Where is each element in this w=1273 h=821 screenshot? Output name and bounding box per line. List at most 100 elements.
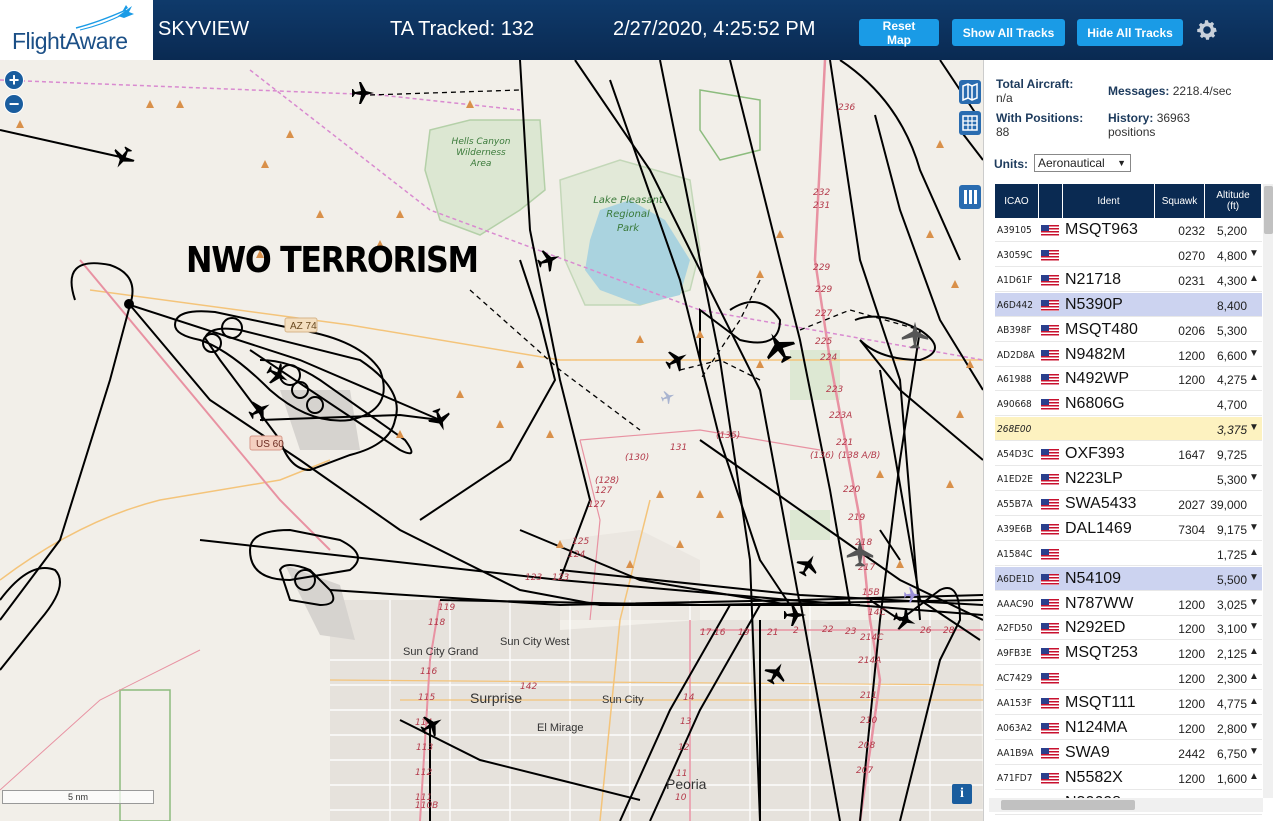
table-row[interactable]: A39E6B DAL1469 7304 9,175 ▼ [995, 517, 1262, 541]
gear-icon[interactable] [1194, 17, 1220, 43]
columns-toggle-button[interactable] [959, 185, 981, 209]
altitude-cell: 6,600 [1216, 348, 1247, 363]
map-layers-button[interactable] [959, 80, 981, 104]
svg-text:2: 2 [793, 626, 799, 636]
altitude-trend-icon: ▼ [1249, 571, 1259, 583]
svg-text:208: 208 [858, 741, 875, 751]
table-row[interactable]: A55B7A SWA5433 2027 39,000 [995, 492, 1262, 516]
table-row[interactable]: A54D3C OXF393 1647 9,725 [995, 442, 1262, 467]
grid-toggle-button[interactable] [959, 111, 981, 135]
svg-text:119: 119 [438, 603, 455, 613]
table-row[interactable]: AB398F MSQT480 0206 5,300 [995, 318, 1262, 342]
table-row[interactable]: A1D61F N21718 0231 4,300 ▲ [995, 268, 1262, 292]
table-row[interactable]: A39105 MSQT963 0232 5,200 [995, 218, 1262, 242]
table-row[interactable]: AC7429 1200 2,300 ▲ [995, 666, 1262, 691]
info-button[interactable]: i [952, 784, 972, 804]
us-flag-icon [1041, 747, 1059, 759]
with-positions-stat: With Positions: 88 [996, 111, 1083, 139]
svg-text:225: 225 [815, 337, 832, 347]
flightaware-logo[interactable]: FlightAware [0, 0, 153, 60]
us-flag-icon [1041, 698, 1059, 710]
table-row[interactable]: A9FB3E MSQT253 1200 2,125 ▲ [995, 641, 1262, 666]
map-canvas[interactable]: 236 232 231 229 229 227 225 224 223 223A… [0, 60, 983, 821]
history-value: 36963 [1156, 111, 1191, 125]
svg-text:131: 131 [670, 443, 687, 453]
lake-pleasant-label: Lake Pleasant [593, 195, 664, 206]
table-row[interactable]: A6DE1D N54109 5,500 ▼ [995, 566, 1262, 591]
us-flag-icon [1041, 523, 1059, 535]
svg-text:220: 220 [843, 485, 860, 495]
reset-map-button[interactable]: Reset Map [859, 19, 939, 47]
table-row[interactable]: AA1B9A SWA9 2442 6,750 ▼ [995, 741, 1262, 765]
vertical-scrollbar[interactable] [1263, 184, 1273, 798]
surprise-label: Surprise [470, 690, 522, 706]
icao-cell: A3059C [997, 249, 1033, 261]
svg-text:(138 A/B): (138 A/B) [838, 451, 880, 461]
us-flag-icon [1041, 299, 1059, 311]
with-positions-value: 88 [996, 125, 1010, 139]
squawk-cell: 0231 [1178, 273, 1205, 288]
table-row[interactable]: AA153F MSQT111 1200 4,775 ▲ [995, 691, 1262, 716]
icao-cell: A063A2 [997, 723, 1033, 734]
squawk-cell: 2442 [1178, 746, 1205, 761]
altitude-trend-icon: ▲ [1249, 272, 1259, 284]
table-row[interactable]: A90668 N6806G 4,700 [995, 392, 1262, 417]
hide-all-tracks-button[interactable]: Hide All Tracks [1077, 19, 1183, 46]
svg-text:116: 116 [420, 667, 437, 677]
zoom-in-button[interactable]: + [4, 70, 24, 90]
squawk-column-header[interactable]: Squawk [1155, 184, 1205, 218]
table-row[interactable]: AD2D8A N9482M 1200 6,600 ▼ [995, 343, 1262, 367]
table-row[interactable]: A3059C 0270 4,800 ▼ [995, 243, 1262, 267]
peoria-label: Peoria [666, 776, 707, 792]
altitude-column-header[interactable]: Altitude (ft) [1205, 184, 1262, 218]
us-flag-icon [1041, 673, 1059, 685]
altitude-cell: 3,375 [1216, 423, 1247, 438]
icao-cell: 268E00 [997, 424, 1032, 436]
table-row[interactable]: AAAC90 N787WW 1200 3,025 ▼ [995, 592, 1262, 616]
table-row[interactable]: A71FD7 N5582X 1200 1,600 ▲ [995, 766, 1262, 790]
altitude-trend-icon: ▲ [1249, 372, 1259, 384]
flag-column-header[interactable] [1039, 184, 1063, 218]
icao-cell: A9FB3E [997, 648, 1032, 660]
el-mirage-label: El Mirage [537, 722, 583, 734]
altitude-trend-icon: ▼ [1249, 745, 1259, 757]
ident-column-header[interactable]: Ident [1063, 184, 1155, 218]
icao-column-header[interactable]: ICAO [995, 184, 1039, 218]
icao-cell: AD2D8A [997, 349, 1035, 361]
zoom-out-button[interactable]: − [4, 94, 24, 114]
table-row[interactable]: 268E00 3,375 ▼ [995, 417, 1262, 442]
table-row[interactable]: A1584C 1,725 ▲ [995, 542, 1262, 566]
sun-city-grand-label: Sun City Grand [403, 646, 478, 658]
squawk-cell: 1200 [1178, 622, 1205, 637]
units-value: Aeronautical [1038, 156, 1105, 170]
squawk-cell: 2027 [1178, 497, 1205, 512]
altitude-cell: 2,300 [1216, 672, 1247, 687]
table-row[interactable]: A063A2 N124MA 1200 2,800 ▼ [995, 716, 1262, 740]
show-all-tracks-button[interactable]: Show All Tracks [952, 19, 1065, 46]
ident-cell: DAL1469 [1065, 519, 1132, 537]
svg-text:223A: 223A [829, 411, 852, 421]
altitude-cell: 4,800 [1216, 248, 1247, 263]
us-flag-icon [1041, 548, 1059, 560]
squawk-cell: 0206 [1178, 323, 1205, 338]
us-flag-icon [1041, 598, 1059, 610]
vertical-scroll-thumb[interactable] [1264, 186, 1273, 234]
icao-cell: A71FD7 [997, 772, 1033, 784]
altitude-cell: 6,750 [1216, 746, 1247, 761]
map-view[interactable]: 236 232 231 229 229 227 225 224 223 223A… [0, 60, 983, 821]
table-row[interactable]: A1ED2E N223LP 5,300 ▼ [995, 467, 1262, 491]
svg-text:19: 19 [738, 628, 750, 638]
altitude-cell: 9,175 [1216, 522, 1247, 537]
wilderness-label: Wilderness [456, 148, 506, 158]
svg-text:14C: 14C [868, 608, 886, 618]
icao-cell: A1ED2E [997, 474, 1033, 485]
table-row[interactable]: A2FD50 N292ED 1200 3,100 ▼ [995, 616, 1262, 641]
us-flag-icon [1041, 573, 1059, 585]
svg-text:14: 14 [683, 693, 695, 703]
units-select[interactable]: Aeronautical ▼ [1034, 154, 1131, 172]
ident-cell: MSQT480 [1065, 320, 1138, 338]
table-row[interactable]: A61988 N492WP 1200 4,275 ▲ [995, 367, 1262, 392]
horizontal-scroll-thumb[interactable] [1001, 800, 1135, 810]
table-row[interactable]: A6D442 N5390P 8,400 [995, 292, 1262, 317]
svg-text:229: 229 [813, 263, 830, 273]
